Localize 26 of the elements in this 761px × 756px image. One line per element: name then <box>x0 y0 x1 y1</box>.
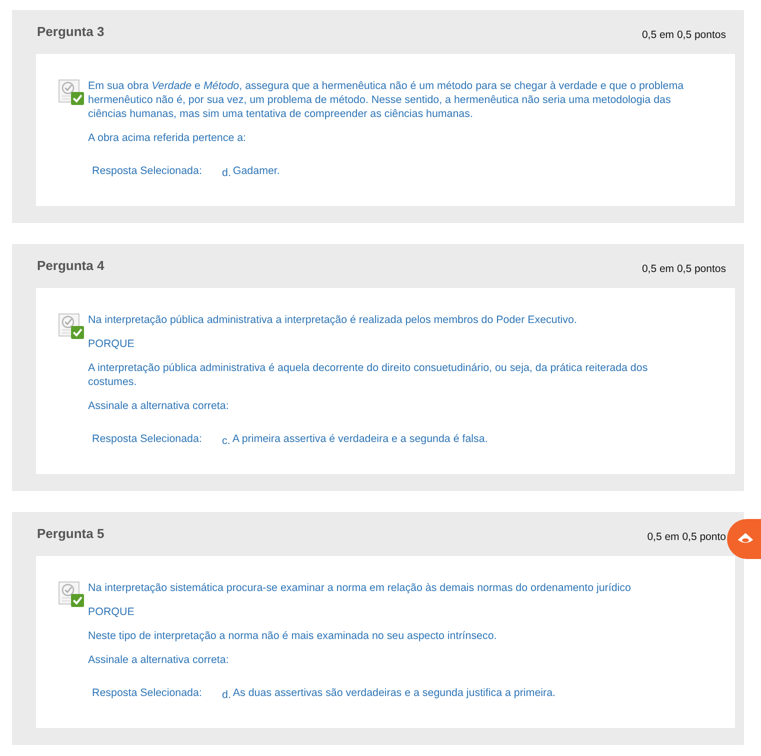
question-text: Assinale a alternativa correta: <box>88 653 230 667</box>
answer-text: A primeira assertiva é verdadeira e a segunda é falsa. <box>232 432 488 446</box>
answer-text: As duas assertivas são verdadeiras e a segunda justifica a primeira. <box>232 686 556 700</box>
question-title: Pergunta 4 <box>36 258 104 274</box>
question-text: Neste tipo de interpretação a norma não é mais examinada no seu aspecto intrínseco. <box>88 629 498 643</box>
answer-label: Resposta Selecionada: <box>92 686 203 700</box>
question-title: Pergunta 5 <box>36 526 104 542</box>
question-text: Assinale a alternativa correta: <box>88 399 230 413</box>
answer-letter: d. <box>222 688 231 702</box>
question-text: A interpretação pública administrativa é aquela decorrente do direito consuetudinário, ou seja, da prática reiterada dos costumes. <box>88 361 649 389</box>
diamond-icon <box>737 532 754 546</box>
answer-label: Resposta Selecionada: <box>92 432 203 446</box>
question-text: Na interpretação pública administrativa a interpretação é realizada pelos membros do Poder Executivo. <box>88 313 578 327</box>
answer-letter: d. <box>222 166 231 180</box>
score-text: 0,5 em 0,5 pontos <box>642 262 726 274</box>
answer-label: Resposta Selecionada: <box>92 164 203 178</box>
question-text: A obra acima referida pertence a: <box>88 131 248 145</box>
question-title: Pergunta 3 <box>36 24 104 40</box>
answer-text: Gadamer. <box>232 164 280 178</box>
question-text: PORQUE <box>88 337 136 351</box>
score-text: 0,5 em 0,5 ponto <box>647 530 726 542</box>
question-text: PORQUE <box>88 605 136 619</box>
score-text: 0,5 em 0,5 pontos <box>642 28 726 40</box>
question-text: Em sua obra Verdade e Método, assegura que a hermenêutica não é um método para se chegar à verdade e que o problema hermenêutico não é, por sua vez, um problema de método. Nesse sentido, a hermenêutica não seria uma metodologia das ciências humanas, mas sim uma tentativa de compreender as ciências humanas. <box>88 79 685 121</box>
answer-letter: c. <box>222 434 230 448</box>
question-text: Na interpretação sistemática procura-se examinar a norma em relação às demais normas do ordenamento jurídico <box>88 581 632 595</box>
